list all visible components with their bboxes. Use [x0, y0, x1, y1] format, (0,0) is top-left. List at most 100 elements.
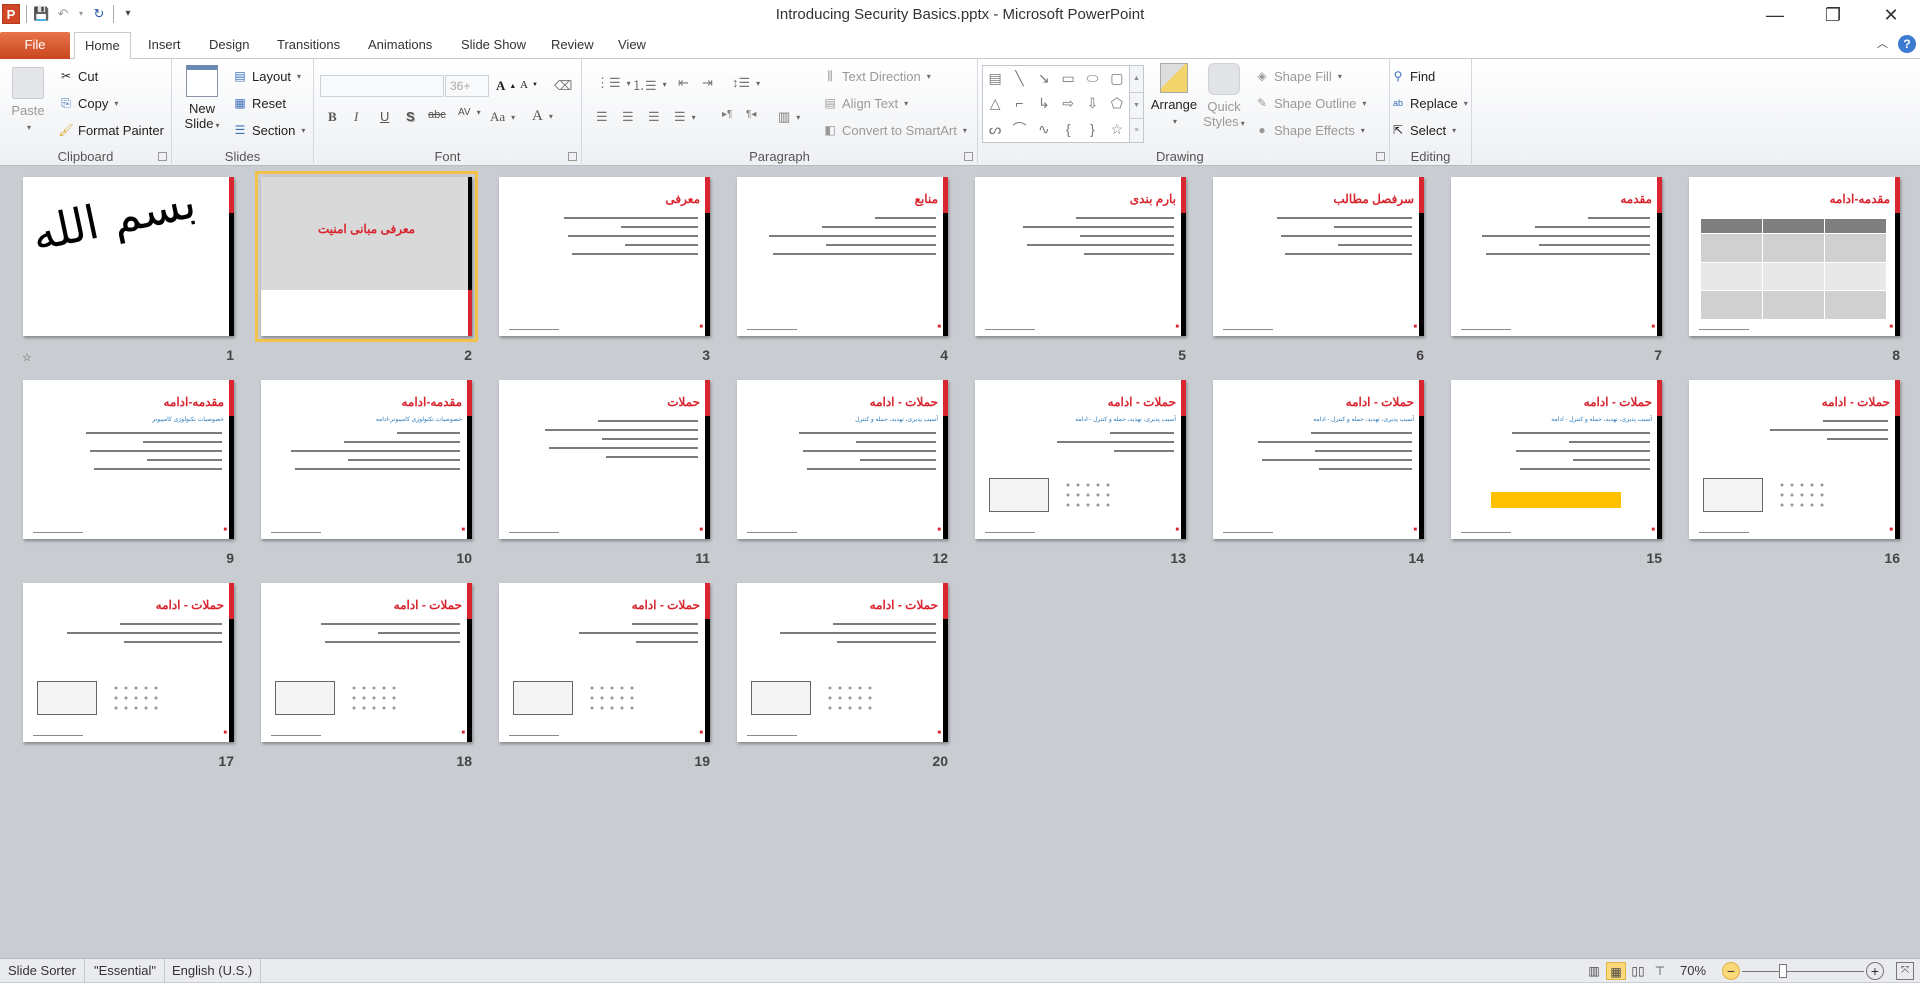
slide-thumbnail[interactable]: مقدمه-ادامه ■ [1689, 177, 1900, 336]
curve-shape-icon[interactable]: ∿ [1032, 117, 1056, 142]
slide-thumbnail[interactable]: حملات - ادامه ■ [23, 583, 234, 742]
oval-shape-icon[interactable]: ⬭ [1080, 66, 1104, 91]
quick-styles-button[interactable]: Quick Styles ▾ [1202, 63, 1246, 131]
decrease-indent-button[interactable]: ⇤ [678, 75, 689, 91]
star-shape-icon[interactable]: ☆ [1105, 117, 1129, 142]
triangle-shape-icon[interactable]: △ [983, 91, 1007, 116]
align-text-button[interactable]: ▤ Align Text ▾ [822, 95, 908, 111]
right-brace-shape-icon[interactable]: } [1080, 117, 1104, 142]
slide-thumbnail[interactable]: مقدمه-ادامه خصوصیات تکنولوژی کامپیوتر ■ [23, 380, 234, 539]
shapes-gallery-scroll[interactable]: ▲ ▼ ≡ [1130, 65, 1144, 143]
shape-fill-button[interactable]: ◈ Shape Fill ▾ [1254, 68, 1341, 84]
slide-thumbnail[interactable]: حملات - ادامه آسیب پذیری، تهدید، حمله و ک… [737, 380, 948, 539]
zoom-in-button[interactable]: + [1866, 962, 1884, 980]
tab-file[interactable]: File [0, 32, 70, 59]
reading-view-button[interactable]: ▯▯ [1628, 962, 1648, 980]
font-size-dropdown[interactable]: 36+ [445, 75, 489, 97]
paragraph-dialog-launcher[interactable] [964, 152, 973, 161]
numbering-button[interactable]: ⒈☰ ▾ [632, 75, 667, 94]
paste-button[interactable]: Paste ▾ [6, 67, 50, 135]
help-icon[interactable]: ? [1898, 35, 1916, 53]
character-spacing-button[interactable]: AV ▾ [458, 107, 481, 118]
slide-thumbnail[interactable]: حملات - ادامه ■ [737, 583, 948, 742]
increase-indent-button[interactable]: ⇥ [702, 75, 713, 91]
restore-button[interactable]: ❐ [1804, 0, 1862, 30]
text-direction-button[interactable]: ⫼ Text Direction ▾ [822, 68, 931, 84]
snip-shape-icon[interactable]: ⬠ [1105, 91, 1129, 116]
drawing-dialog-launcher[interactable] [1376, 152, 1385, 161]
font-color-button[interactable]: A ▾ [532, 108, 553, 125]
theme-indicator[interactable]: "Essential" [86, 959, 165, 983]
close-button[interactable]: ✕ [1862, 0, 1920, 30]
minimize-ribbon-icon[interactable]: ︿ [1877, 35, 1888, 51]
slide-thumbnail[interactable]: معرفی ■ [499, 177, 710, 336]
shadow-button[interactable]: S [406, 109, 415, 124]
language-indicator[interactable]: English (U.S.) [164, 959, 262, 983]
slide-thumbnail[interactable]: حملات - ادامه ■ [261, 583, 472, 742]
down-arrow-shape-icon[interactable]: ⇩ [1080, 91, 1104, 116]
shape-outline-button[interactable]: ✎ Shape Outline ▾ [1254, 95, 1366, 111]
select-button[interactable]: ⇱ Select ▾ [1390, 122, 1456, 138]
zoom-level[interactable]: 70% [1680, 959, 1706, 983]
line-spacing-button[interactable]: ↕☰ ▾ [732, 75, 760, 91]
slide-thumbnail[interactable]: حملات ■ [499, 380, 710, 539]
shapes-gallery[interactable]: ▤ ╲ ↘ ▭ ⬭ ▢ △ ⌐ ↳ ⇨ ⇩ ⬠ ᔕ ⌒ ∿{} ☆ [982, 65, 1130, 143]
layout-button[interactable]: ▤ Layout ▾ [232, 68, 301, 84]
slide-thumbnail[interactable]: منابع ■ [737, 177, 948, 336]
tab-view[interactable]: View [608, 32, 656, 59]
font-name-dropdown[interactable] [320, 75, 444, 97]
transition-icon[interactable]: ☆ [22, 351, 32, 364]
freeform-shape-icon[interactable]: ᔕ [983, 117, 1007, 142]
slide-thumbnail[interactable]: حملات - ادامه ■ [1689, 380, 1900, 539]
right-arrow-shape-icon[interactable]: ⇨ [1056, 91, 1080, 116]
ltr-button[interactable]: ▸¶ [722, 109, 732, 120]
zoom-slider-track[interactable] [1742, 971, 1864, 972]
new-slide-button[interactable]: New Slide ▾ [180, 65, 224, 133]
grow-font-button[interactable]: A ▲ [496, 78, 516, 94]
fit-to-window-button[interactable]: ⤧ [1896, 962, 1914, 980]
left-brace-shape-icon[interactable]: { [1056, 117, 1080, 142]
slide-thumbnail[interactable]: حملات - ادامه آسیب پذیری، تهدید، حمله و ک… [975, 380, 1186, 539]
rounded-rect-shape-icon[interactable]: ▢ [1105, 66, 1129, 91]
slide-thumbnail[interactable]: بارم بندی ■ [975, 177, 1186, 336]
rtl-button[interactable]: ¶◂ [746, 109, 756, 120]
tab-design[interactable]: Design [199, 32, 259, 59]
tab-animations[interactable]: Animations [358, 32, 442, 59]
copy-button[interactable]: ⎘ Copy ▾ [58, 95, 118, 111]
rectangle-shape-icon[interactable]: ▭ [1056, 66, 1080, 91]
clipboard-dialog-launcher[interactable] [158, 152, 167, 161]
columns-button[interactable]: ▥ ▾ [778, 109, 800, 125]
underline-button[interactable]: U [380, 109, 389, 124]
align-right-button[interactable]: ☰ [648, 109, 660, 125]
zoom-slider-thumb[interactable] [1778, 964, 1787, 978]
center-button[interactable]: ☰ [622, 109, 634, 125]
minimize-button[interactable]: — [1746, 0, 1804, 30]
reset-button[interactable]: ▦ Reset [232, 95, 286, 111]
change-case-button[interactable]: Aa ▾ [490, 109, 515, 125]
slide-thumbnail[interactable]: معرفی مبانی امنیت [255, 171, 478, 342]
arc-shape-icon[interactable]: ⌒ [1007, 117, 1031, 142]
slide-thumbnail[interactable]: مقدمه ■ [1451, 177, 1662, 336]
bold-button[interactable]: B [328, 109, 337, 125]
find-button[interactable]: ⚲ Find [1390, 68, 1436, 84]
slide-thumbnail[interactable]: بسم الله [23, 177, 234, 336]
tab-review[interactable]: Review [541, 32, 604, 59]
normal-view-button[interactable]: ▥ [1584, 962, 1604, 980]
slide-thumbnail[interactable]: حملات - ادامه آسیب پذیری، تهدید، حمله و ک… [1213, 380, 1424, 539]
line-shape-icon[interactable]: ╲ [1007, 66, 1031, 91]
shape-effects-button[interactable]: ● Shape Effects ▾ [1254, 122, 1364, 138]
elbow-arrow-connector-icon[interactable]: ↳ [1032, 91, 1056, 116]
font-dialog-launcher[interactable] [568, 152, 577, 161]
slide-sorter-view-button[interactable]: ▦ [1606, 962, 1626, 980]
format-painter-button[interactable]: 🖌 Format Painter [58, 122, 164, 138]
tab-home[interactable]: Home [74, 32, 131, 60]
convert-smartart-button[interactable]: ◧ Convert to SmartArt ▾ [822, 122, 967, 138]
italic-button[interactable]: I [354, 109, 358, 125]
elbow-connector-icon[interactable]: ⌐ [1007, 91, 1031, 116]
tab-insert[interactable]: Insert [138, 32, 191, 59]
clear-formatting-button[interactable]: ⌫ [554, 78, 572, 94]
tab-transitions[interactable]: Transitions [267, 32, 350, 59]
section-button[interactable]: ☰ Section ▾ [232, 122, 306, 138]
justify-button[interactable]: ☰ ▾ [674, 109, 696, 125]
bullets-button[interactable]: ⋮☰ ▾ [596, 75, 631, 91]
